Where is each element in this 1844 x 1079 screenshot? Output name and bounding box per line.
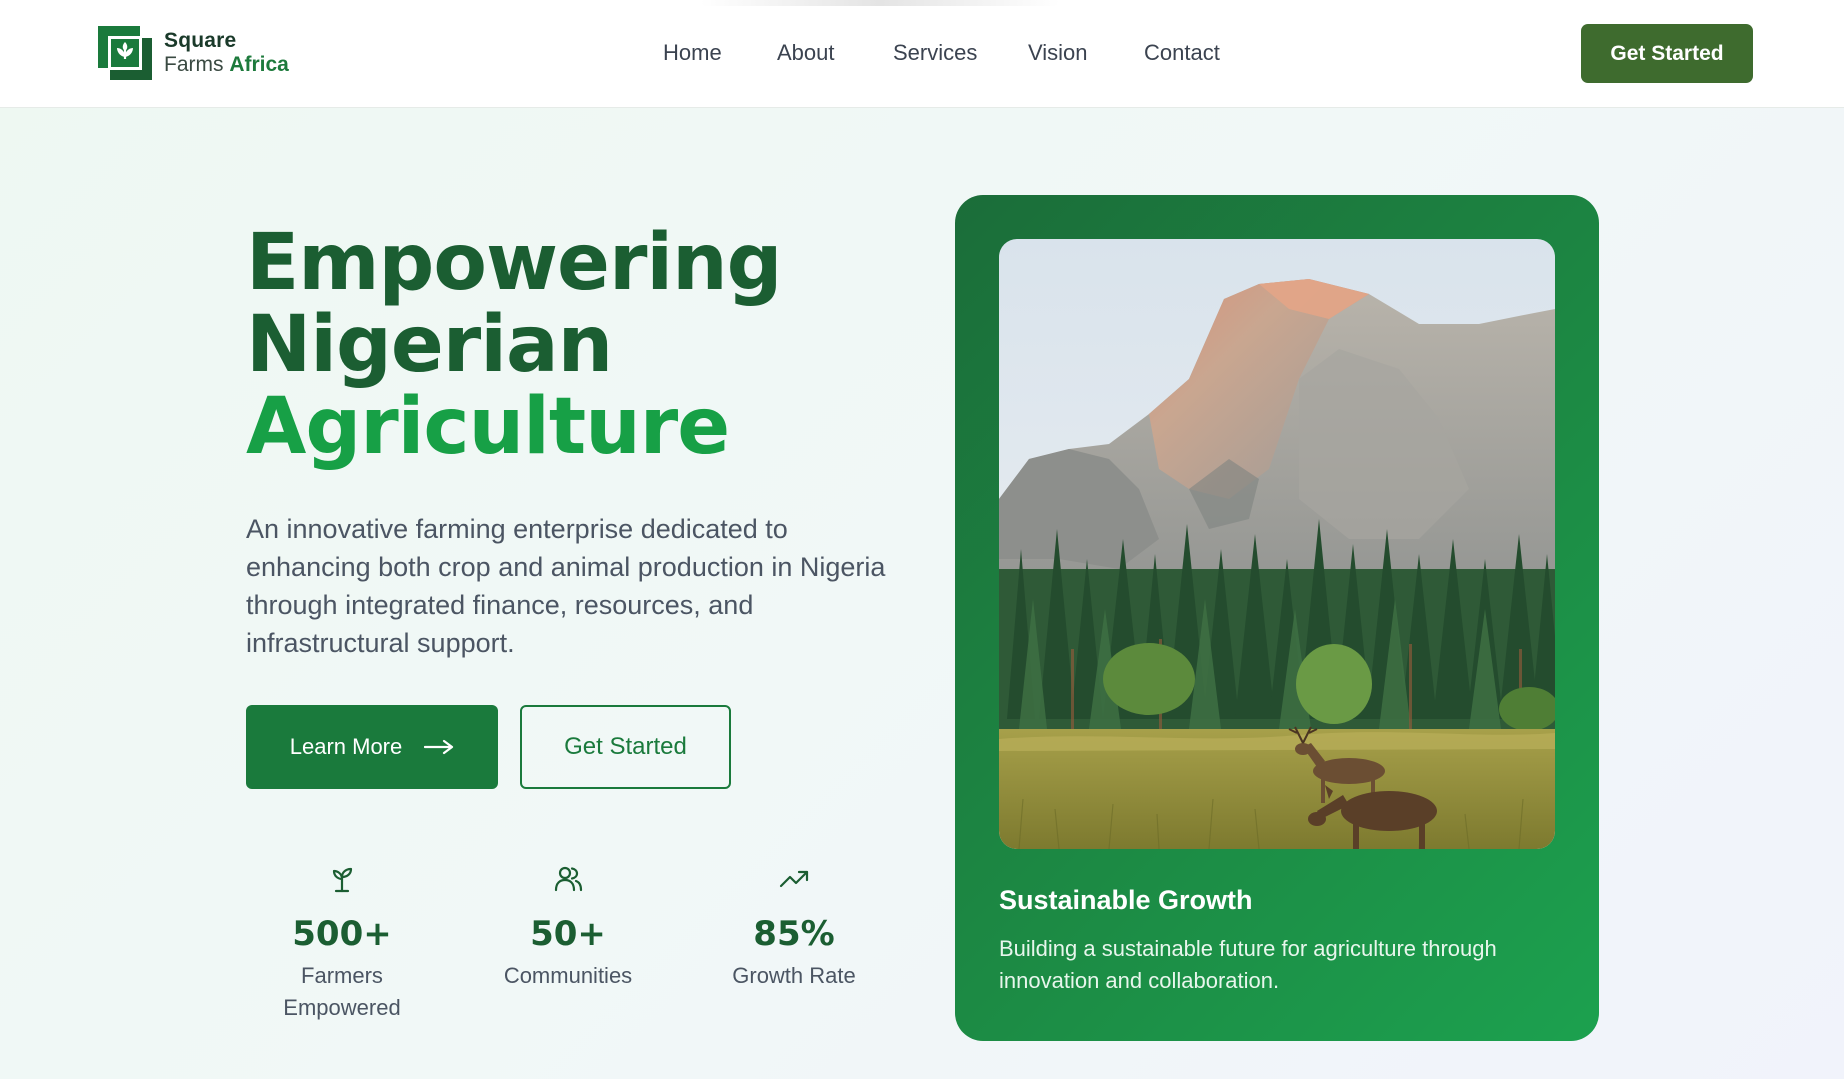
hero-description: An innovative farming enterprise dedicat…: [246, 514, 886, 658]
headline-line2: Nigerian: [246, 300, 613, 390]
stat-growth: 85% Growth Rate: [694, 864, 894, 992]
stat-farmers: 500+ Farmers Empowered: [242, 864, 442, 1024]
stat-farmers-label-line2: Empowered: [283, 995, 401, 1020]
headline-line3: Agriculture: [246, 382, 730, 472]
users-icon: [554, 866, 583, 892]
nav-home[interactable]: Home: [663, 40, 722, 66]
site-header: Square Farms Africa Home About Services …: [0, 0, 1844, 108]
arrow-right-icon: [424, 739, 454, 755]
brand-name-line2: Farms Africa: [164, 53, 289, 77]
stat-growth-label: Growth Rate: [694, 960, 894, 992]
sprout-icon: [332, 867, 353, 893]
brand-name-plain: Farms: [164, 53, 230, 76]
leaf-shield-logo-icon: [98, 26, 152, 80]
stat-communities-value: 50+: [530, 914, 606, 954]
stat-communities-label-line1: Communities: [503, 963, 633, 988]
landscape-illustration: [999, 239, 1555, 849]
hero-get-started-button[interactable]: Get Started: [520, 705, 731, 789]
stat-farmers-label-line1: Farmers: [301, 963, 383, 988]
stat-farmers-label: Farmers Empowered: [242, 960, 442, 1024]
mountain-valley-image: [999, 239, 1555, 849]
card-title: Sustainable Growth: [999, 885, 1253, 915]
nav-services[interactable]: Services: [893, 40, 977, 66]
nav-vision[interactable]: Vision: [1028, 40, 1088, 66]
nav-contact[interactable]: Contact: [1144, 40, 1220, 66]
trending-up-icon: [779, 870, 809, 888]
stat-growth-value: 85%: [753, 914, 835, 954]
hero-headline: Empowering Nigerian Agriculture: [246, 218, 783, 472]
stat-farmers-value: 500+: [292, 914, 392, 954]
brand-logo[interactable]: Square Farms Africa: [96, 24, 289, 82]
learn-more-label: Learn More: [289, 734, 403, 759]
brand-name-line1: Square: [164, 28, 237, 52]
stat-growth-label-line1: Growth Rate: [732, 963, 856, 988]
stat-communities-label: Communities: [468, 960, 668, 992]
learn-more-button[interactable]: Learn More: [246, 705, 498, 789]
feature-card: Sustainable Growth Building a sustainabl…: [955, 195, 1599, 1041]
brand-name-accent: Africa: [229, 53, 289, 76]
stat-communities: 50+ Communities: [468, 864, 668, 992]
header-get-started-button[interactable]: Get Started: [1581, 24, 1753, 83]
nav-about[interactable]: About: [777, 40, 835, 66]
header-glow: [700, 0, 1060, 6]
card-text: Building a sustainable future for agricu…: [999, 936, 1497, 993]
headline-line1: Empowering: [246, 218, 783, 308]
